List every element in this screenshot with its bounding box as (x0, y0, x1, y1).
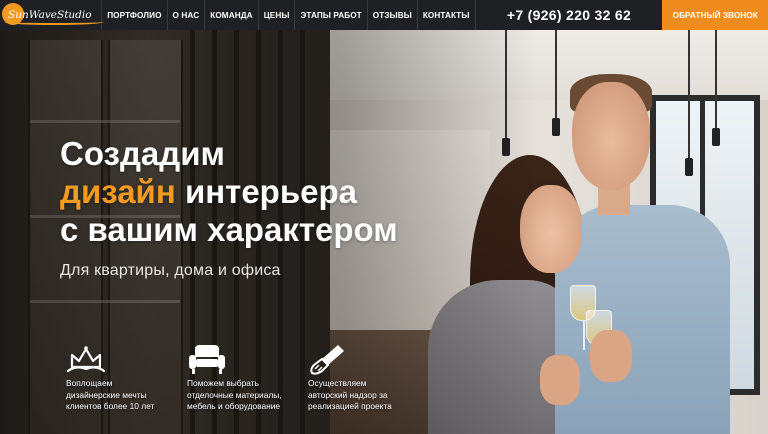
nav-about[interactable]: О НАС (166, 0, 205, 30)
paint-brush-icon (310, 345, 344, 375)
hero-title-line1: Создадим (60, 135, 225, 172)
feature-text-line: Осуществляем (308, 378, 367, 388)
nav-team[interactable]: КОМАНДА (204, 0, 257, 30)
crown-hands-icon (66, 346, 106, 373)
feature-text-line: реализацией проекта (308, 401, 392, 411)
feature-text-line: мебель и оборудование (187, 401, 281, 411)
callback-button[interactable]: ОБРАТНЫЙ ЗВОНОК (662, 0, 768, 30)
feature-experience: Воплощаем дизайнерские мечты клиентов бо… (66, 343, 181, 413)
feature-text-line: Воплощаем (66, 378, 113, 388)
feature-text-line: клиентов более 10 лет (66, 401, 155, 411)
phone-number[interactable]: +7 (926) 220 32 62 (476, 7, 663, 23)
feature-text-line: авторский надзор за (308, 389, 388, 400)
hero-title: Создадим дизайн интерьера с вашим характ… (60, 135, 398, 249)
nav-portfolio[interactable]: ПОРТФОЛИО (101, 0, 166, 30)
feature-text-line: Поможем выбрать (187, 378, 259, 388)
logo[interactable]: SunWaveStudio (0, 0, 104, 30)
hero-title-line3: с вашим характером (60, 211, 398, 248)
feature-supervision: Осуществляем авторский надзор за реализа… (308, 343, 423, 413)
armchair-icon (189, 345, 225, 374)
main-nav: ПОРТФОЛИО О НАС КОМАНДА ЦЕНЫ ЭТАПЫ РАБОТ… (101, 0, 476, 30)
top-header: SunWaveStudio ПОРТФОЛИО О НАС КОМАНДА ЦЕ… (0, 0, 768, 30)
nav-contacts[interactable]: КОНТАКТЫ (416, 0, 476, 30)
hero-title-line2: интерьера (175, 173, 357, 210)
nav-reviews[interactable]: ОТЗЫВЫ (366, 0, 417, 30)
nav-prices[interactable]: ЦЕНЫ (257, 0, 295, 30)
feature-text-line: дизайнерские мечты (66, 389, 147, 400)
hero-title-accent: дизайн (60, 173, 176, 210)
nav-stages[interactable]: ЭТАПЫ РАБОТ (294, 0, 366, 30)
feature-text-line: отделочные материалы, (187, 389, 282, 400)
hero-subtitle: Для квартиры, дома и офиса (60, 262, 281, 279)
feature-materials: Поможем выбрать отделочные материалы, ме… (187, 343, 302, 413)
logo-text: SunWaveStudio (8, 9, 92, 21)
